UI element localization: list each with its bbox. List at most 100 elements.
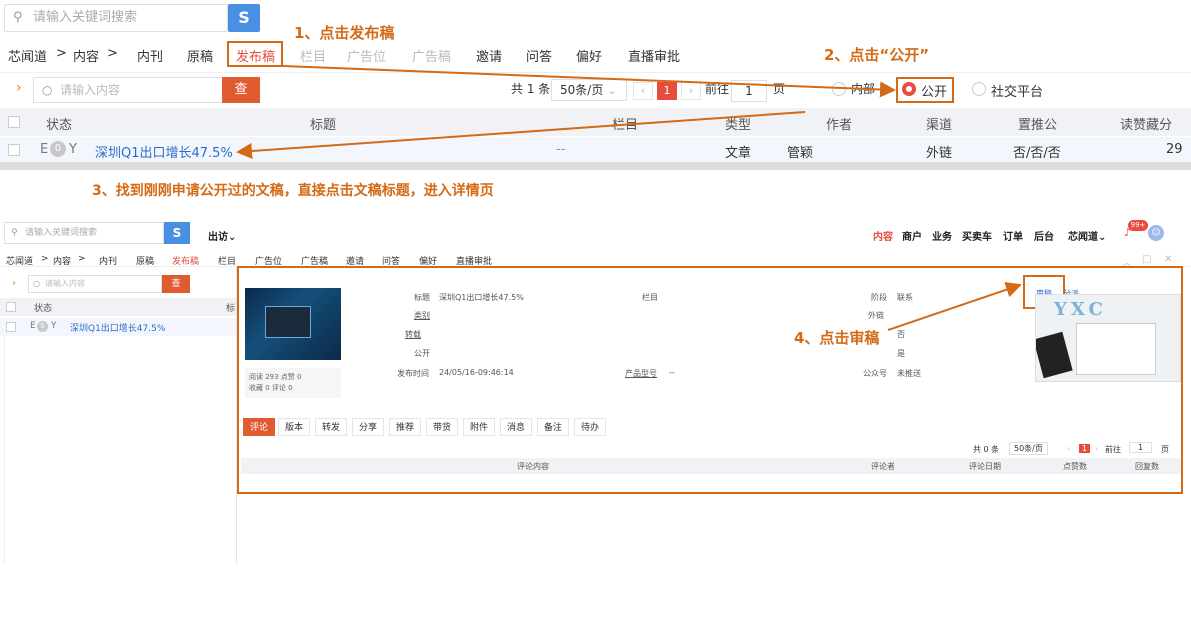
table-row[interactable]: E 0 Y 深圳Q1出口增长47.5% -- 文章 管颖 外链 否/否/否 29 <box>0 137 1191 163</box>
pager-unit: 页 <box>773 82 786 96</box>
tab-messages[interactable]: 消息 <box>500 418 533 436</box>
nav-column[interactable]: 栏目 <box>300 46 326 65</box>
pager-current-page[interactable]: 1 <box>657 82 677 100</box>
expand-chevron-icon[interactable]: › <box>16 80 22 96</box>
pager-prev-button[interactable]: ‹ <box>633 82 653 100</box>
highlight-public-radio <box>896 77 954 103</box>
divider <box>4 336 5 564</box>
detail-pager-size-select[interactable]: 50条/页 <box>1009 442 1048 455</box>
search-icon: ⚲ <box>13 10 23 25</box>
maximize-icon[interactable]: □ <box>1142 254 1151 265</box>
detail-publish-time: 24/05/16-09:46:14 <box>439 368 514 377</box>
select-all-checkbox[interactable] <box>6 302 16 312</box>
article-thumbnail[interactable] <box>245 288 341 360</box>
tab-sales[interactable]: 带货 <box>426 418 459 436</box>
comments-table-header: 评论内容 评论者 评论日期 点赞数 回复数 <box>241 458 1181 474</box>
annotation-step1: 1、点击发布稿 <box>294 24 395 42</box>
chip-image <box>265 306 311 338</box>
expand-chevron-icon[interactable]: › <box>12 278 16 289</box>
detail-source[interactable]: 转载 <box>405 329 421 340</box>
nav-ad-draft[interactable]: 广告稿 <box>412 46 451 65</box>
top-query-button[interactable]: 查 <box>222 77 260 103</box>
nav-live-approval[interactable]: 直播审批 <box>628 46 680 65</box>
row-checkbox[interactable] <box>8 144 20 156</box>
topnav-xinwendao[interactable]: 芯闻道⌄ <box>1068 228 1106 243</box>
avatar[interactable]: ☺ <box>1148 225 1164 241</box>
tab-forward[interactable]: 转发 <box>315 418 348 436</box>
tab-recommend[interactable]: 推荐 <box>389 418 422 436</box>
annotation-step2: 2、点击“公开” <box>824 46 930 64</box>
tab-comments[interactable]: 评论 <box>243 418 276 436</box>
ad-banner[interactable]: YXC <box>1035 294 1181 382</box>
nav-content[interactable]: 内容 <box>73 46 99 65</box>
nav-draft[interactable]: 原稿 <box>187 46 213 65</box>
topnav-merchant[interactable]: 商户 <box>902 228 922 243</box>
top-pager-total: 共 1 条 <box>511 82 551 96</box>
radio-social-label[interactable]: 社交平台 <box>991 81 1043 100</box>
detail-category[interactable]: 类别 <box>414 310 430 321</box>
table-row[interactable]: E 0 Y 深圳Q1出口增长47.5% <box>0 318 237 336</box>
topnav-orders[interactable]: 订单 <box>1003 228 1023 243</box>
radio-internal[interactable] <box>832 82 846 96</box>
pager-next-button[interactable]: › <box>681 82 701 100</box>
row-title-link[interactable]: 深圳Q1出口增长47.5% <box>70 321 165 334</box>
search-icon: ⚲ <box>11 228 18 238</box>
article-detail-panel: 阅读 293 点赞 0 收藏 0 评论 0 标题 深圳Q1出口增长47.5% 类… <box>237 266 1183 494</box>
bottom-logo-icon[interactable]: S <box>164 222 190 244</box>
annotation-step4: 4、点击审稿 <box>794 329 880 347</box>
pager-goto-input[interactable]: 1 <box>1129 442 1153 453</box>
ad-brand: YXC <box>1054 299 1107 320</box>
radio-internal-label[interactable]: 内部 <box>851 80 875 97</box>
nav-preference[interactable]: 偏好 <box>576 46 602 65</box>
tab-attachments[interactable]: 附件 <box>463 418 496 436</box>
screen-mockup <box>1076 323 1156 375</box>
top-filter-input[interactable]: ○ 请输入内容 <box>33 77 223 103</box>
status-badge: 0 <box>50 141 66 157</box>
nav-qa[interactable]: 问答 <box>526 46 552 65</box>
topnav-backend[interactable]: 后台 <box>1034 228 1054 243</box>
top-logo-icon[interactable]: S <box>228 4 260 32</box>
topnav-cars[interactable]: 买卖车 <box>962 228 992 243</box>
detail-product[interactable]: 产品型号 <box>625 368 657 379</box>
pager-current-page[interactable]: 1 <box>1079 444 1091 453</box>
pager-goto-label: 前往 <box>705 82 730 96</box>
nav-ad-slot[interactable]: 广告位 <box>347 46 386 65</box>
bottom-filter-input[interactable]: ○ 请输入内容 <box>28 275 162 293</box>
top-panel: ⚲ 请输入关键词搜索 S 1、点击发布稿 2、点击“公开” 芯闻道 > 内容 >… <box>0 0 1191 170</box>
pager-prev-button[interactable]: ‹ <box>1067 444 1070 453</box>
select-all-checkbox[interactable] <box>8 116 20 128</box>
pager-goto-input[interactable]: 1 <box>731 80 767 102</box>
nav-journal[interactable]: 内刊 <box>137 46 163 65</box>
radio-social[interactable] <box>972 82 986 96</box>
chevron-down-icon: ⌄ <box>1098 232 1107 243</box>
close-icon[interactable]: ✕ <box>1164 254 1172 265</box>
tab-share[interactable]: 分享 <box>352 418 385 436</box>
horizontal-scrollbar[interactable] <box>0 162 1191 170</box>
annotation-step3: 3、找到刚刚申请公开过的文稿，直接点击文稿标题，进入详情页 <box>92 183 494 199</box>
search-icon: ○ <box>42 83 53 97</box>
pager-next-button[interactable]: › <box>1095 444 1098 453</box>
bottom-query-button[interactable]: 查 <box>162 275 190 293</box>
tab-todo[interactable]: 待办 <box>574 418 607 436</box>
row-checkbox[interactable] <box>6 322 16 332</box>
topnav-business[interactable]: 业务 <box>932 228 952 243</box>
status-badge: 0 <box>37 321 48 332</box>
tab-versions[interactable]: 版本 <box>278 418 311 436</box>
nav-invite[interactable]: 邀请 <box>476 46 502 65</box>
article-stats: 阅读 293 点赞 0 收藏 0 评论 0 <box>245 368 341 398</box>
bottom-search-input[interactable]: ⚲ 请输入关键词搜索 <box>4 222 164 244</box>
highlight-published-tab <box>227 41 283 67</box>
visit-menu[interactable]: 出访⌄ <box>208 228 236 243</box>
row-title-link[interactable]: 深圳Q1出口增长47.5% <box>95 142 233 161</box>
nav-home[interactable]: 芯闻道 <box>8 46 47 65</box>
notification-badge: 99+ <box>1128 220 1148 231</box>
chevron-down-icon: ⌄ <box>607 83 618 97</box>
top-pager-size-select[interactable]: 50条/页 ⌄ <box>551 79 627 101</box>
detail-title-value: 深圳Q1出口增长47.5% <box>439 293 524 302</box>
tab-notes[interactable]: 备注 <box>537 418 570 436</box>
top-search-input[interactable]: ⚲ 请输入关键词搜索 <box>4 4 228 32</box>
chevron-down-icon: ⌄ <box>228 232 237 243</box>
top-table-header: 状态 标题 栏目 类型 作者 渠道 置推公 读赞藏分 <box>0 108 1191 136</box>
search-icon: ○ <box>33 279 40 288</box>
topnav-content[interactable]: 内容 <box>873 228 893 243</box>
